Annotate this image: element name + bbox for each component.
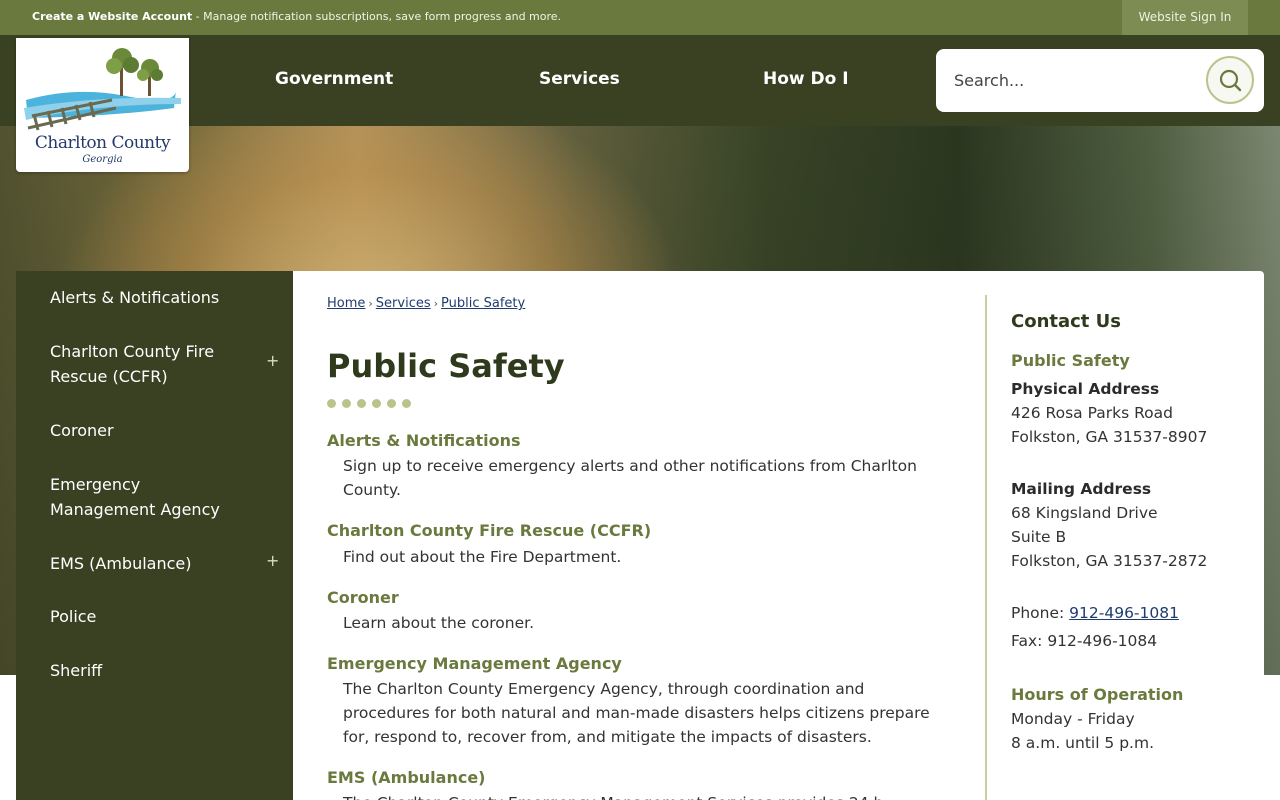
mailing-address-line: Folkston, GA 31537-2872: [1011, 552, 1208, 570]
hours-line: Monday - Friday: [1011, 710, 1135, 728]
breadcrumb-separator: ›: [368, 297, 373, 310]
section-desc-alerts: Sign up to receive emergency alerts and …: [343, 457, 917, 499]
section-desc-ema: The Charlton County Emergency Agency, th…: [343, 680, 930, 746]
physical-address-line: Folkston, GA 31537-8907: [1011, 428, 1208, 446]
mailing-address-line: 68 Kingsland Drive: [1011, 504, 1158, 522]
page-title: Public Safety: [327, 347, 565, 385]
contact-title: Contact Us: [1011, 311, 1122, 332]
contact-divider: [985, 295, 987, 800]
sidebar-item-ccfr[interactable]: Charlton County Fire Rescue (CCFR): [50, 339, 250, 389]
hours-line: 8 a.m. until 5 p.m.: [1011, 734, 1155, 752]
sidebar-nav: Alerts & Notifications Charlton County F…: [16, 271, 293, 800]
expand-ems-icon[interactable]: +: [266, 551, 279, 570]
section-title-ccfr[interactable]: Charlton County Fire Rescue (CCFR): [327, 521, 651, 540]
nav-services[interactable]: Services: [539, 69, 620, 89]
breadcrumb-services[interactable]: Services: [376, 296, 431, 311]
sidebar-item-police[interactable]: Police: [50, 604, 250, 629]
breadcrumb-separator: ›: [433, 297, 439, 310]
breadcrumb: Home › Services › Public Safety: [327, 296, 525, 311]
main-content: Home › Services › Public Safety Public Safet…: [293, 271, 1264, 800]
search-input[interactable]: [954, 67, 1194, 93]
phone-link[interactable]: 912-496-1081: [1069, 604, 1179, 622]
account-message: Create a Website Account - Manage notifi…: [32, 10, 561, 23]
section-title-ems[interactable]: EMS (Ambulance): [327, 768, 485, 787]
nav-how-do-i[interactable]: How Do I: [763, 69, 849, 89]
account-message-text: - Manage notification subscriptions, sav…: [192, 10, 562, 23]
physical-address-line: 426 Rosa Parks Road: [1011, 404, 1173, 422]
create-account-link[interactable]: Create a Website Account: [32, 10, 192, 23]
fax-line: Fax: 912-496-1084: [1011, 632, 1158, 650]
breadcrumb-public-safety[interactable]: Public Safety: [441, 296, 525, 311]
section-title-ema[interactable]: Emergency Management Agency: [327, 654, 622, 673]
search-box: [936, 49, 1264, 112]
sidebar-item-alerts[interactable]: Alerts & Notifications: [50, 285, 250, 310]
utility-bar: Create a Website Account - Manage notifi…: [0, 0, 1280, 35]
contact-department: Public Safety: [1011, 351, 1130, 370]
county-logo[interactable]: Charlton County Georgia: [16, 38, 189, 172]
mailing-address-label: Mailing Address: [1011, 480, 1152, 498]
section-title-alerts[interactable]: Alerts & Notifications: [327, 431, 521, 450]
physical-address-label: Physical Address: [1011, 380, 1160, 398]
logo-name: Charlton County: [34, 133, 171, 153]
expand-ccfr-icon[interactable]: +: [266, 351, 279, 370]
sidebar-item-coroner[interactable]: Coroner: [50, 418, 250, 443]
breadcrumb-home[interactable]: Home: [327, 296, 365, 311]
logo-subtitle: Georgia: [82, 154, 123, 165]
section-title-coroner[interactable]: Coroner: [327, 588, 399, 607]
search-button[interactable]: [1206, 56, 1254, 104]
sidebar-item-sheriff[interactable]: Sheriff: [50, 658, 250, 683]
mailing-address-line: Suite B: [1011, 528, 1067, 546]
search-icon: [1219, 69, 1242, 92]
section-desc-ems: The Charlton County Emergency Management…: [343, 791, 955, 800]
nav-government[interactable]: Government: [275, 69, 393, 89]
phone-line: Phone: 912-496-1081: [1011, 604, 1179, 622]
sidebar-item-ems[interactable]: EMS (Ambulance): [50, 551, 250, 576]
section-desc-coroner: Learn about the coroner.: [343, 614, 535, 632]
phone-label: Phone:: [1011, 604, 1070, 622]
hours-title: Hours of Operation: [1011, 685, 1184, 704]
logo-graphic-icon: [24, 48, 181, 131]
section-desc-ccfr: Find out about the Fire Department.: [343, 548, 622, 566]
website-sign-in-button[interactable]: Website Sign In: [1122, 0, 1248, 35]
title-dots-divider: [327, 393, 417, 412]
sidebar-item-ema[interactable]: Emergency Management Agency: [50, 472, 250, 522]
